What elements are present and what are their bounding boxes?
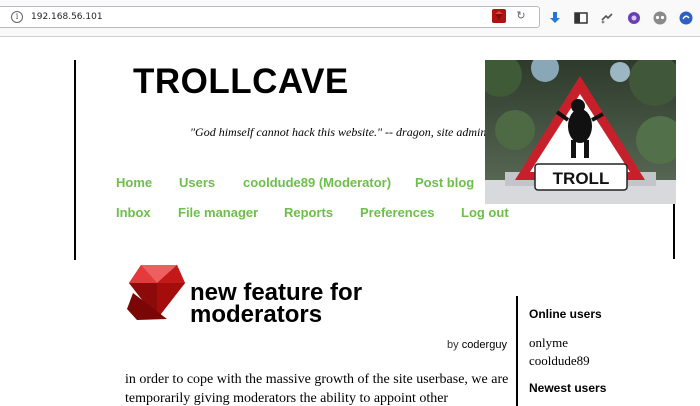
nav-home-link[interactable]: Home: [116, 175, 152, 191]
nav-profile-link[interactable]: cooldude89 (Moderator): [243, 175, 391, 191]
back-arrow-icon[interactable]: ‹: [0, 11, 6, 23]
newest-users-heading: Newest users: [529, 381, 607, 395]
header-left-border: [74, 60, 76, 260]
post-title-line2: moderators: [190, 301, 323, 328]
online-user-item[interactable]: cooldude89: [529, 353, 590, 369]
browser-toolbar: ‹ i 192.168.56.101 ↻: [0, 0, 700, 37]
extension-icon[interactable]: [599, 10, 615, 26]
nav-file-manager-link[interactable]: File manager: [178, 205, 258, 221]
address-bar[interactable]: ‹ i 192.168.56.101 ↻: [0, 6, 540, 28]
puzzle-icon[interactable]: [626, 10, 642, 26]
url-text[interactable]: 192.168.56.101: [31, 11, 103, 23]
privacy-icon[interactable]: [652, 10, 668, 26]
nav-logout-link[interactable]: Log out: [461, 205, 509, 221]
nav-inbox-link[interactable]: Inbox: [116, 205, 151, 221]
site-title[interactable]: TROLLCAVE: [133, 62, 349, 102]
sidebar-border: [516, 296, 518, 406]
post-byline: by coderguy: [447, 339, 507, 351]
byline-label: by: [447, 339, 459, 351]
nav-users-link[interactable]: Users: [179, 175, 215, 191]
ruby-addon-icon[interactable]: [492, 9, 506, 23]
reload-icon[interactable]: ↻: [514, 9, 528, 23]
sidebar-icon[interactable]: [573, 10, 589, 26]
post-body: in order to cope with the massive growth…: [125, 372, 509, 406]
nav-preferences-link[interactable]: Preferences: [360, 205, 434, 221]
ruby-logo-icon: [127, 265, 185, 320]
post-author-link[interactable]: coderguy: [462, 339, 507, 351]
site-tagline: "God himself cannot hack this website." …: [190, 125, 487, 139]
sign-text: TROLL: [553, 169, 610, 188]
nav-reports-link[interactable]: Reports: [284, 205, 333, 221]
info-icon[interactable]: i: [11, 11, 23, 23]
troll-sign-photo: TROLL: [485, 60, 676, 204]
sync-icon[interactable]: [678, 10, 694, 26]
header-right-border: [673, 204, 675, 259]
online-user-item[interactable]: onlyme: [529, 335, 568, 351]
nav-post-blog-link[interactable]: Post blog: [415, 175, 474, 191]
post-title[interactable]: new feature for moderators: [190, 281, 362, 328]
download-icon[interactable]: [547, 10, 563, 26]
online-users-heading: Online users: [529, 307, 602, 321]
